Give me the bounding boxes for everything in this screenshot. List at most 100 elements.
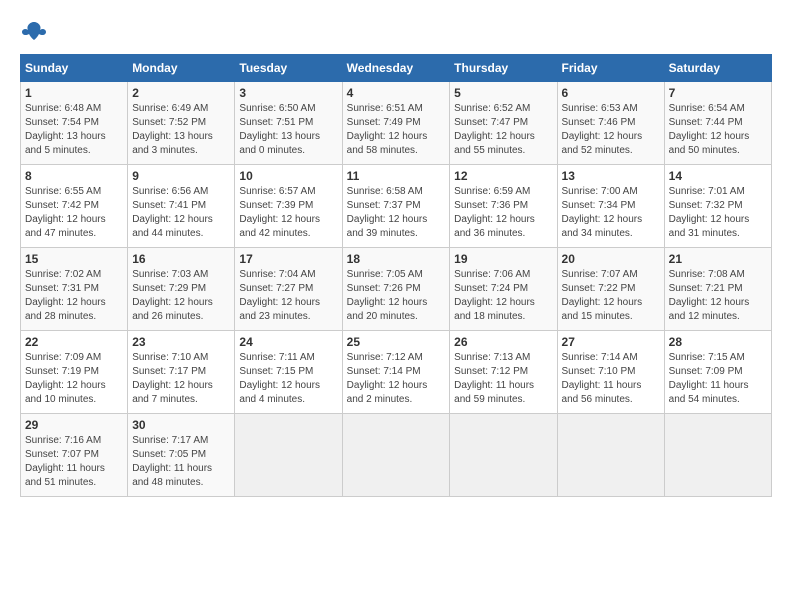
- day-info: Sunrise: 7:06 AM Sunset: 7:24 PM Dayligh…: [454, 268, 552, 324]
- sunset-label: Sunset: 7:17 PM: [132, 366, 206, 377]
- sunrise-label: Sunrise: 7:04 AM: [239, 269, 315, 280]
- calendar-cell: [450, 414, 557, 497]
- sunrise-label: Sunrise: 7:01 AM: [669, 186, 745, 197]
- sunset-label: Sunset: 7:47 PM: [454, 117, 528, 128]
- calendar-cell: 25 Sunrise: 7:12 AM Sunset: 7:14 PM Dayl…: [342, 331, 450, 414]
- calendar-week-row: 29 Sunrise: 7:16 AM Sunset: 7:07 PM Dayl…: [21, 414, 772, 497]
- sunset-label: Sunset: 7:26 PM: [347, 283, 421, 294]
- sunset-label: Sunset: 7:42 PM: [25, 200, 99, 211]
- daylight-label: Daylight: 12 hours and 7 minutes.: [132, 380, 213, 405]
- day-info: Sunrise: 6:55 AM Sunset: 7:42 PM Dayligh…: [25, 185, 123, 241]
- weekday-header: Saturday: [664, 55, 771, 82]
- day-number: 27: [562, 335, 660, 349]
- sunset-label: Sunset: 7:12 PM: [454, 366, 528, 377]
- calendar-header: SundayMondayTuesdayWednesdayThursdayFrid…: [21, 55, 772, 82]
- day-info: Sunrise: 7:08 AM Sunset: 7:21 PM Dayligh…: [669, 268, 767, 324]
- weekday-header: Wednesday: [342, 55, 450, 82]
- calendar-cell: 8 Sunrise: 6:55 AM Sunset: 7:42 PM Dayli…: [21, 165, 128, 248]
- day-number: 26: [454, 335, 552, 349]
- sunrise-label: Sunrise: 6:53 AM: [562, 103, 638, 114]
- sunrise-label: Sunrise: 7:17 AM: [132, 435, 208, 446]
- calendar-cell: [235, 414, 342, 497]
- sunset-label: Sunset: 7:29 PM: [132, 283, 206, 294]
- day-info: Sunrise: 7:05 AM Sunset: 7:26 PM Dayligh…: [347, 268, 446, 324]
- sunset-label: Sunset: 7:09 PM: [669, 366, 743, 377]
- sunset-label: Sunset: 7:37 PM: [347, 200, 421, 211]
- day-info: Sunrise: 6:57 AM Sunset: 7:39 PM Dayligh…: [239, 185, 337, 241]
- calendar-week-row: 22 Sunrise: 7:09 AM Sunset: 7:19 PM Dayl…: [21, 331, 772, 414]
- weekday-row: SundayMondayTuesdayWednesdayThursdayFrid…: [21, 55, 772, 82]
- day-info: Sunrise: 7:12 AM Sunset: 7:14 PM Dayligh…: [347, 351, 446, 407]
- day-info: Sunrise: 6:56 AM Sunset: 7:41 PM Dayligh…: [132, 185, 230, 241]
- sunset-label: Sunset: 7:34 PM: [562, 200, 636, 211]
- calendar-cell: 2 Sunrise: 6:49 AM Sunset: 7:52 PM Dayli…: [128, 82, 235, 165]
- day-number: 22: [25, 335, 123, 349]
- calendar-cell: 14 Sunrise: 7:01 AM Sunset: 7:32 PM Dayl…: [664, 165, 771, 248]
- weekday-header: Friday: [557, 55, 664, 82]
- calendar-body: 1 Sunrise: 6:48 AM Sunset: 7:54 PM Dayli…: [21, 82, 772, 497]
- day-info: Sunrise: 7:13 AM Sunset: 7:12 PM Dayligh…: [454, 351, 552, 407]
- weekday-header: Monday: [128, 55, 235, 82]
- sunrise-label: Sunrise: 7:06 AM: [454, 269, 530, 280]
- sunrise-label: Sunrise: 7:07 AM: [562, 269, 638, 280]
- day-info: Sunrise: 7:15 AM Sunset: 7:09 PM Dayligh…: [669, 351, 767, 407]
- sunrise-label: Sunrise: 6:58 AM: [347, 186, 423, 197]
- day-number: 23: [132, 335, 230, 349]
- sunset-label: Sunset: 7:54 PM: [25, 117, 99, 128]
- sunset-label: Sunset: 7:31 PM: [25, 283, 99, 294]
- sunset-label: Sunset: 7:44 PM: [669, 117, 743, 128]
- day-number: 1: [25, 86, 123, 100]
- daylight-label: Daylight: 12 hours and 31 minutes.: [669, 214, 750, 239]
- sunset-label: Sunset: 7:36 PM: [454, 200, 528, 211]
- sunset-label: Sunset: 7:21 PM: [669, 283, 743, 294]
- sunrise-label: Sunrise: 6:48 AM: [25, 103, 101, 114]
- day-info: Sunrise: 7:17 AM Sunset: 7:05 PM Dayligh…: [132, 434, 230, 490]
- daylight-label: Daylight: 12 hours and 15 minutes.: [562, 297, 643, 322]
- day-number: 17: [239, 252, 337, 266]
- day-info: Sunrise: 7:16 AM Sunset: 7:07 PM Dayligh…: [25, 434, 123, 490]
- daylight-label: Daylight: 11 hours and 54 minutes.: [669, 380, 749, 405]
- daylight-label: Daylight: 13 hours and 0 minutes.: [239, 131, 320, 156]
- daylight-label: Daylight: 13 hours and 3 minutes.: [132, 131, 213, 156]
- sunset-label: Sunset: 7:05 PM: [132, 449, 206, 460]
- day-info: Sunrise: 6:58 AM Sunset: 7:37 PM Dayligh…: [347, 185, 446, 241]
- calendar-cell: [342, 414, 450, 497]
- sunrise-label: Sunrise: 7:08 AM: [669, 269, 745, 280]
- sunset-label: Sunset: 7:15 PM: [239, 366, 313, 377]
- calendar-cell: [664, 414, 771, 497]
- day-number: 29: [25, 418, 123, 432]
- day-info: Sunrise: 7:11 AM Sunset: 7:15 PM Dayligh…: [239, 351, 337, 407]
- day-info: Sunrise: 7:03 AM Sunset: 7:29 PM Dayligh…: [132, 268, 230, 324]
- calendar-cell: 29 Sunrise: 7:16 AM Sunset: 7:07 PM Dayl…: [21, 414, 128, 497]
- daylight-label: Daylight: 12 hours and 12 minutes.: [669, 297, 750, 322]
- sunset-label: Sunset: 7:39 PM: [239, 200, 313, 211]
- sunrise-label: Sunrise: 7:12 AM: [347, 352, 423, 363]
- sunrise-label: Sunrise: 7:11 AM: [239, 352, 314, 363]
- calendar-week-row: 8 Sunrise: 6:55 AM Sunset: 7:42 PM Dayli…: [21, 165, 772, 248]
- sunset-label: Sunset: 7:07 PM: [25, 449, 99, 460]
- sunrise-label: Sunrise: 6:52 AM: [454, 103, 530, 114]
- day-number: 15: [25, 252, 123, 266]
- daylight-label: Daylight: 12 hours and 23 minutes.: [239, 297, 320, 322]
- sunrise-label: Sunrise: 7:03 AM: [132, 269, 208, 280]
- day-number: 9: [132, 169, 230, 183]
- day-info: Sunrise: 6:52 AM Sunset: 7:47 PM Dayligh…: [454, 102, 552, 158]
- sunrise-label: Sunrise: 6:50 AM: [239, 103, 315, 114]
- day-info: Sunrise: 6:51 AM Sunset: 7:49 PM Dayligh…: [347, 102, 446, 158]
- day-info: Sunrise: 6:48 AM Sunset: 7:54 PM Dayligh…: [25, 102, 123, 158]
- daylight-label: Daylight: 11 hours and 51 minutes.: [25, 463, 105, 488]
- day-info: Sunrise: 6:54 AM Sunset: 7:44 PM Dayligh…: [669, 102, 767, 158]
- day-number: 28: [669, 335, 767, 349]
- sunrise-label: Sunrise: 7:09 AM: [25, 352, 101, 363]
- sunrise-label: Sunrise: 6:51 AM: [347, 103, 423, 114]
- day-number: 5: [454, 86, 552, 100]
- daylight-label: Daylight: 12 hours and 42 minutes.: [239, 214, 320, 239]
- sunrise-label: Sunrise: 6:56 AM: [132, 186, 208, 197]
- calendar-cell: 1 Sunrise: 6:48 AM Sunset: 7:54 PM Dayli…: [21, 82, 128, 165]
- calendar-cell: 13 Sunrise: 7:00 AM Sunset: 7:34 PM Dayl…: [557, 165, 664, 248]
- daylight-label: Daylight: 12 hours and 20 minutes.: [347, 297, 428, 322]
- day-info: Sunrise: 7:10 AM Sunset: 7:17 PM Dayligh…: [132, 351, 230, 407]
- day-number: 11: [347, 169, 446, 183]
- day-info: Sunrise: 7:02 AM Sunset: 7:31 PM Dayligh…: [25, 268, 123, 324]
- day-number: 4: [347, 86, 446, 100]
